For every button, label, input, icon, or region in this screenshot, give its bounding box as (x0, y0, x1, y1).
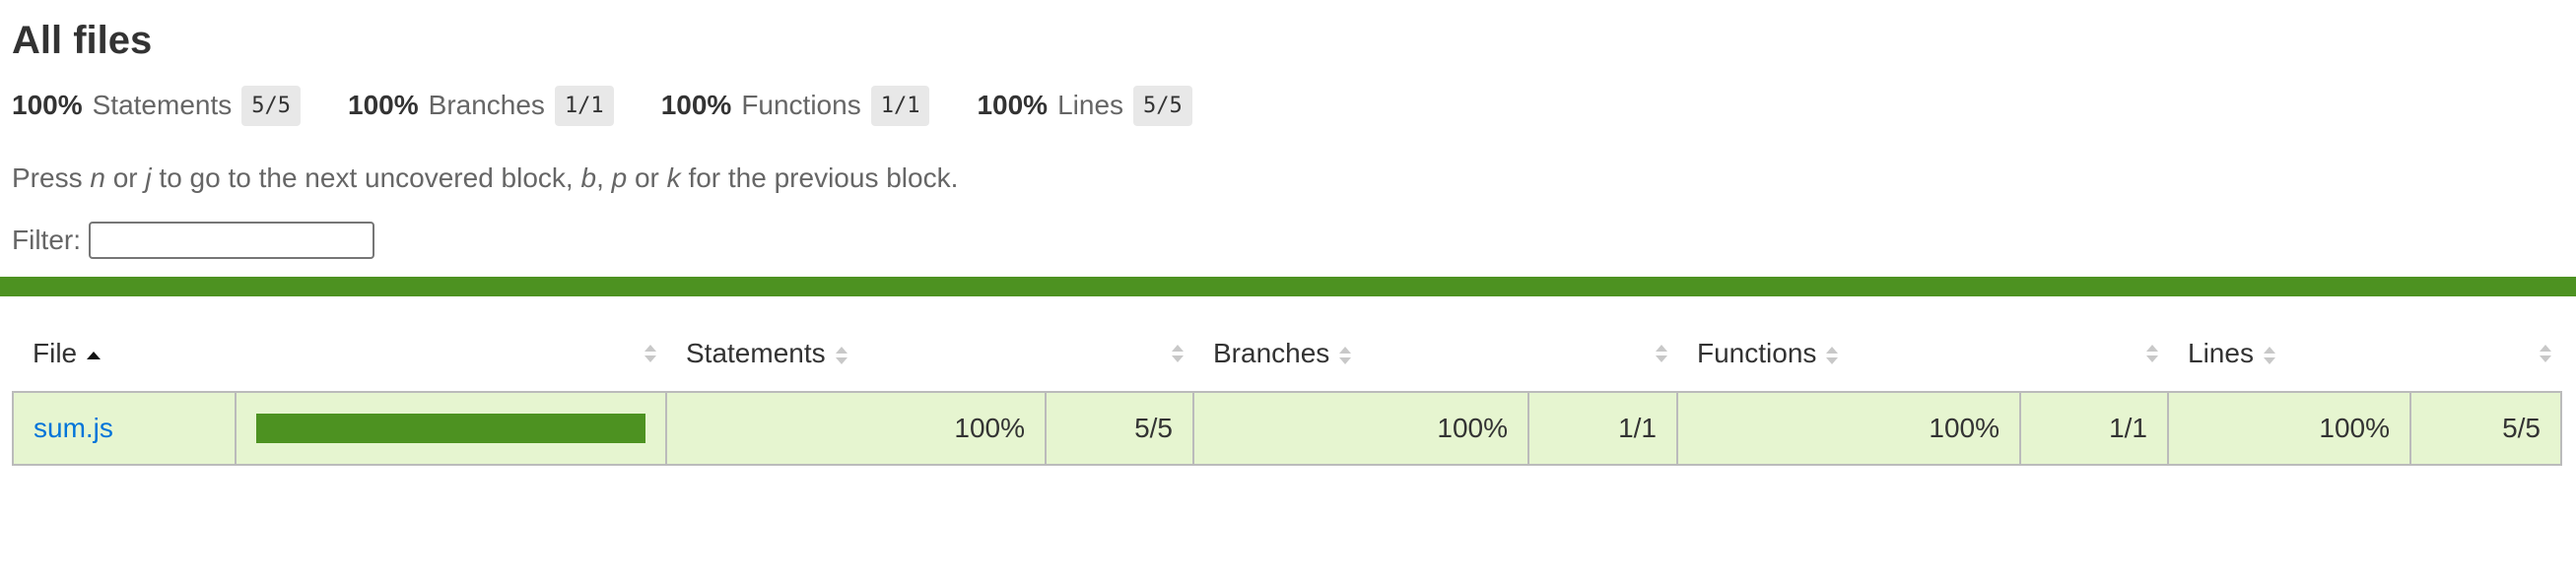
branches-fraction: 1/1 (1527, 391, 1678, 466)
hint-text: for the previous block. (680, 162, 959, 193)
summary-fraction: 1/1 (554, 85, 614, 126)
header: All files 100% Statements 5/5 100% Branc… (0, 0, 2576, 259)
header-label: Branches (1213, 338, 1330, 368)
hint-key: p (611, 162, 628, 193)
sort-icon (1826, 346, 1839, 365)
header-file-bar[interactable] (236, 316, 666, 392)
coverage-status-bar (0, 277, 2576, 296)
header-label: Functions (1697, 338, 1817, 368)
table-header-row: File Statements Branches Functions Lines (13, 316, 2561, 392)
summary-statements: 100% Statements 5/5 (12, 85, 302, 126)
file-link[interactable]: sum.js (34, 413, 113, 443)
hint-key: n (90, 162, 105, 193)
functions-fraction: 1/1 (2019, 391, 2169, 466)
summary-fraction: 5/5 (241, 85, 302, 126)
summary-functions: 100% Functions 1/1 (660, 85, 930, 126)
summary-lines: 100% Lines 5/5 (977, 85, 1192, 126)
header-label: Lines (2188, 338, 2254, 368)
sort-icon (1656, 344, 1667, 363)
sort-icon (1339, 346, 1352, 365)
summary-pct: 100% (348, 90, 419, 120)
statements-fraction: 5/5 (1045, 391, 1194, 466)
filter-row: Filter: (12, 222, 2564, 259)
header-functions-raw[interactable] (2020, 316, 2168, 392)
hint-text: to go to the next uncovered block, (151, 162, 581, 193)
coverage-bar (256, 414, 645, 443)
summary-label: Branches (428, 90, 545, 120)
summary-pct: 100% (660, 90, 732, 120)
header-branches-raw[interactable] (1528, 316, 1677, 392)
sort-icon (1172, 344, 1184, 363)
sort-icon (2540, 344, 2551, 363)
header-functions[interactable]: Functions (1677, 316, 2020, 392)
header-statements[interactable]: Statements (666, 316, 1046, 392)
filter-input[interactable] (89, 222, 374, 259)
lines-pct: 100% (2167, 391, 2411, 466)
sort-icon (2263, 346, 2275, 365)
summary-fraction: 1/1 (870, 85, 930, 126)
summary-fraction: 5/5 (1133, 85, 1192, 126)
page-title: All files (12, 19, 153, 62)
functions-pct: 100% (1676, 391, 2021, 466)
coverage-bar-fill (256, 414, 645, 443)
lines-fraction: 5/5 (2409, 391, 2562, 466)
hint-text: or (104, 162, 146, 193)
file-cell: sum.js (12, 391, 237, 466)
hint-key: b (580, 162, 597, 193)
table-row: sum.js 100% 5/5 100% 1/1 100% 1/1 100% 5… (12, 391, 2562, 466)
summary-label: Statements (92, 90, 233, 120)
header-statements-raw[interactable] (1046, 316, 1193, 392)
coverage-table: File Statements Branches Functions Lines… (12, 316, 2562, 466)
coverage-summary: 100% Statements 5/5 100% Branches 1/1 10… (12, 83, 2564, 128)
hint-text: or (627, 162, 667, 193)
summary-label: Lines (1057, 90, 1124, 120)
header-lines[interactable]: Lines (2168, 316, 2410, 392)
summary-branches: 100% Branches 1/1 (348, 85, 614, 126)
sort-icon (835, 346, 847, 365)
keyboard-hint: Press n or j to go to the next uncovered… (12, 161, 2564, 195)
summary-label: Functions (741, 90, 861, 120)
summary-pct: 100% (977, 90, 1049, 120)
header-file[interactable]: File (13, 316, 236, 392)
sort-ascending-icon (87, 346, 102, 365)
sort-icon (2146, 344, 2158, 363)
header-label: Statements (686, 338, 826, 368)
hint-key: k (666, 162, 681, 193)
filter-label: Filter: (12, 225, 81, 255)
hint-text: , (596, 162, 612, 193)
coverage-bar-cell (235, 391, 667, 466)
summary-pct: 100% (12, 90, 83, 120)
statements-pct: 100% (665, 391, 1047, 466)
header-label: File (33, 338, 78, 368)
header-branches[interactable]: Branches (1193, 316, 1528, 392)
branches-pct: 100% (1192, 391, 1529, 466)
sort-icon (644, 344, 656, 363)
hint-text: Press (12, 162, 91, 193)
header-lines-raw[interactable] (2410, 316, 2561, 392)
